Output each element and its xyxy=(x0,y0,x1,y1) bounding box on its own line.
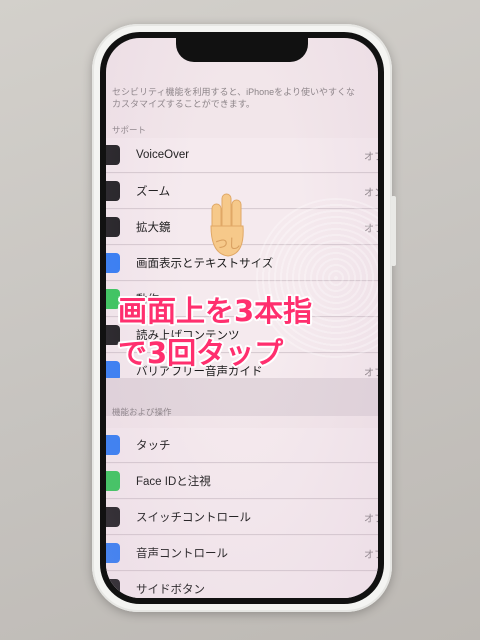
settings-row-label: ズーム xyxy=(136,186,171,198)
settings-row-value: オフ xyxy=(364,549,378,561)
settings-row[interactable]: 音声コントロール オフ xyxy=(106,536,378,571)
settings-row-label: 拡大鏡 xyxy=(136,222,171,234)
side-button xyxy=(391,196,396,266)
setting-icon xyxy=(106,471,120,491)
setting-icon xyxy=(106,145,120,165)
instruction-line-1: 画面上を3本指 xyxy=(118,294,313,328)
setting-icon xyxy=(106,217,120,237)
setting-icon xyxy=(106,507,120,527)
settings-row-label: Face IDと注視 xyxy=(136,476,211,488)
settings-row-value: オフ xyxy=(364,513,378,525)
setting-icon xyxy=(106,579,120,598)
settings-description: セシビリティ機能を利用すると、iPhoneをより使いやすくな カスタマイズするこ… xyxy=(112,87,355,109)
settings-row[interactable]: タッチ xyxy=(106,428,378,463)
settings-row-value: オフ xyxy=(364,151,378,163)
settings-row-label: スイッチコントロール xyxy=(136,512,251,524)
settings-row-label: VoiceOver xyxy=(136,149,190,161)
instruction-line-2: で3回タップ xyxy=(118,336,284,370)
settings-row[interactable]: Face IDと注視 xyxy=(106,464,378,499)
settings-row-label: 音声コントロール xyxy=(136,548,228,560)
section-header-physical: 機能および操作 xyxy=(112,407,172,417)
settings-row[interactable]: スイッチコントロール オフ xyxy=(106,500,378,535)
settings-row-label: サイドボタン xyxy=(136,584,205,596)
setting-icon xyxy=(106,435,120,455)
setting-icon xyxy=(106,543,120,563)
section-header-support: サポート xyxy=(112,125,147,135)
three-finger-hand-icon: つし xyxy=(210,193,244,257)
setting-icon xyxy=(106,253,120,273)
setting-icon xyxy=(106,181,120,201)
settings-row-label: 画面表示とテキストサイズ xyxy=(136,258,274,270)
notch xyxy=(176,38,308,62)
settings-row[interactable]: サイドボタン xyxy=(106,572,378,598)
settings-row-value: オン xyxy=(364,187,378,199)
hand-note: つし xyxy=(215,237,241,252)
settings-row-value: オフ xyxy=(364,367,378,379)
settings-row[interactable]: VoiceOver オフ xyxy=(106,138,378,173)
settings-row-label: タッチ xyxy=(136,440,171,452)
